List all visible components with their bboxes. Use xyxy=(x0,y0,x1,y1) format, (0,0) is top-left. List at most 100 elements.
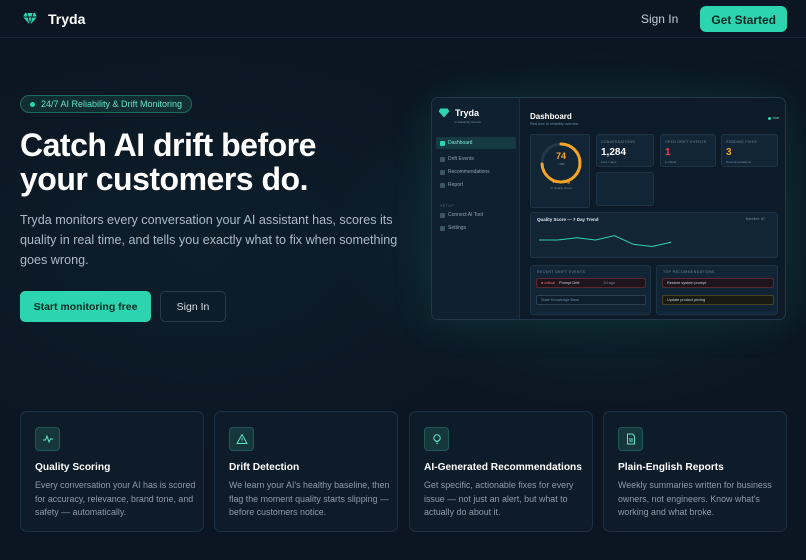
card-value: 3 xyxy=(726,147,732,158)
hero-badge: 24/7 AI Reliability & Drift Monitoring xyxy=(20,95,193,113)
lightbulb-icon xyxy=(432,434,441,444)
event-severity: ● critical xyxy=(541,281,556,285)
gear-icon xyxy=(440,225,445,231)
card-value: 1 xyxy=(665,147,671,158)
preview-nav-recommendations: Recommendations xyxy=(436,166,516,178)
recs-label: TOP RECOMMENDATIONS xyxy=(663,270,715,274)
rec-row: Restore system prompt xyxy=(662,278,774,288)
event-row: Stale Knowledge Base xyxy=(536,295,646,305)
recent-label: RECENT DRIFT EVENTS xyxy=(537,270,586,274)
lightbulb-icon xyxy=(440,169,445,175)
empty-card xyxy=(596,172,654,206)
preview-nav-label: Dashboard xyxy=(448,140,473,146)
feature-description: We learn your AI's healthy baseline, the… xyxy=(229,480,390,517)
conversations-card: CONVERSATIONS 1,284 Last 7 days xyxy=(596,134,654,167)
dashboard-preview: Tryda AI Reliability Monitor Dashboard D… xyxy=(431,97,786,320)
feature-title: AI-Generated Recommendations xyxy=(424,462,582,473)
preview-nav-label: Drift Events xyxy=(448,156,474,162)
trend-line xyxy=(539,235,672,248)
card-sub: Last 7 days xyxy=(601,160,617,164)
brand-name: Tryda xyxy=(48,10,86,27)
preview-subtitle: Real-time AI reliability overview xyxy=(530,122,579,126)
preview-nav-report: Report xyxy=(436,179,516,191)
document-icon xyxy=(440,182,445,188)
rec-text: Update product pricing xyxy=(667,298,706,302)
card-value: 1,284 xyxy=(601,147,627,158)
score-of: / 100 xyxy=(557,162,565,166)
badge-text: 24/7 AI Reliability & Drift Monitoring xyxy=(41,99,183,109)
feature-description: Every conversation your AI has is scored… xyxy=(35,480,196,517)
diamond-logo-icon xyxy=(23,12,37,25)
grid-icon xyxy=(440,140,445,146)
score-label: AI Quality Score xyxy=(550,186,572,190)
preview-nav-label: Report xyxy=(448,182,464,188)
recommendations-panel: TOP RECOMMENDATIONS Restore system promp… xyxy=(656,265,778,315)
preview-nav-label: Recommendations xyxy=(448,169,490,175)
document-icon xyxy=(626,433,635,445)
feature-card-drift-detection: Drift Detection We learn your AI's healt… xyxy=(214,411,398,532)
preview-brand: Tryda xyxy=(455,108,480,118)
preview-nav-settings: Settings xyxy=(436,222,516,234)
preview-sidebar: Tryda AI Reliability Monitor Dashboard D… xyxy=(432,98,520,319)
score-value: 74 xyxy=(555,151,566,161)
hero-title-line1: Catch AI drift before xyxy=(20,127,316,163)
feature-title: Plain-English Reports xyxy=(618,462,724,473)
card-label: PENDING FIXES xyxy=(726,140,757,144)
card-sub: Recommendations xyxy=(726,160,752,164)
preview-nav-label: Settings xyxy=(448,225,467,231)
trend-card: Quality Score — 7 Day Trend Baseline: 87 xyxy=(530,212,778,258)
feature-icon-box xyxy=(424,427,449,451)
preview-nav-drift-events: Drift Events xyxy=(436,153,516,165)
preview-main: Dashboard Real-time AI reliability overv… xyxy=(520,98,785,319)
feature-icon-box xyxy=(35,427,60,451)
drift-events-card: OPEN DRIFT EVENTS 1 1 critical xyxy=(660,134,716,167)
badge-dot-icon xyxy=(30,101,35,107)
brand-logo[interactable]: Tryda xyxy=(22,11,85,27)
feature-description: Weekly summaries written for business ow… xyxy=(618,480,772,517)
event-name: Stale Knowledge Base xyxy=(541,298,580,302)
preview-nav-connect: Connect AI Tool xyxy=(436,209,516,221)
live-indicator: Live xyxy=(767,116,779,120)
live-text: Live xyxy=(772,116,779,120)
trend-chart xyxy=(539,235,672,248)
feature-title: Quality Scoring xyxy=(35,462,111,473)
hero-title: Catch AI drift before your customers do. xyxy=(20,128,400,196)
feature-card-reports: Plain-English Reports Weekly summaries w… xyxy=(603,411,787,532)
get-started-button[interactable]: Get Started xyxy=(700,5,787,32)
warning-icon xyxy=(236,434,247,444)
preview-brand-sub: AI Reliability Monitor xyxy=(454,120,482,124)
feature-title: Drift Detection xyxy=(229,462,300,473)
preview-title: Dashboard xyxy=(530,112,572,121)
score-card: 74 / 100 Warning AI Quality Score xyxy=(530,134,590,208)
score-status: Warning xyxy=(552,179,570,184)
nav-actions: Sign In Get Started xyxy=(635,5,787,32)
start-monitoring-button[interactable]: Start monitoring free xyxy=(20,291,151,322)
feature-icon-box xyxy=(618,427,643,451)
plug-icon xyxy=(440,212,445,218)
hero-description: Tryda monitors every conversation your A… xyxy=(20,213,398,267)
feature-card-quality-scoring: Quality Scoring Every conversation your … xyxy=(20,411,204,532)
card-label: CONVERSATIONS xyxy=(601,140,635,144)
alert-icon xyxy=(440,156,445,162)
preview-diamond-icon xyxy=(438,108,450,118)
card-label: OPEN DRIFT EVENTS xyxy=(665,140,707,144)
card-sub: 1 critical xyxy=(665,160,677,164)
hero-sign-in-button[interactable]: Sign In xyxy=(160,291,226,322)
live-dot-icon xyxy=(767,116,771,120)
event-name: Prompt Drift xyxy=(559,281,580,285)
preview-nav-dashboard: Dashboard xyxy=(436,137,516,149)
preview-logo: Tryda xyxy=(438,107,479,119)
nav-sign-in-link[interactable]: Sign In xyxy=(635,8,684,30)
recent-events-panel: RECENT DRIFT EVENTS ● critical Prompt Dr… xyxy=(530,265,651,315)
pending-fixes-card: PENDING FIXES 3 Recommendations xyxy=(721,134,778,167)
top-nav: Tryda Sign In Get Started xyxy=(0,0,806,38)
preview-setup-label: SETUP xyxy=(440,204,455,208)
event-time: 2d ago xyxy=(603,281,615,285)
feature-description: Get specific, actionable fixes for every… xyxy=(424,480,574,517)
hero-title-line2: your customers do. xyxy=(20,161,308,197)
feature-card-recommendations: AI-Generated Recommendations Get specifi… xyxy=(409,411,593,532)
rec-text: Restore system prompt xyxy=(667,281,707,285)
preview-nav-label: Connect AI Tool xyxy=(448,212,483,218)
event-row: ● critical Prompt Drift 2d ago xyxy=(536,278,646,288)
rec-row: Update product pricing xyxy=(662,295,774,305)
